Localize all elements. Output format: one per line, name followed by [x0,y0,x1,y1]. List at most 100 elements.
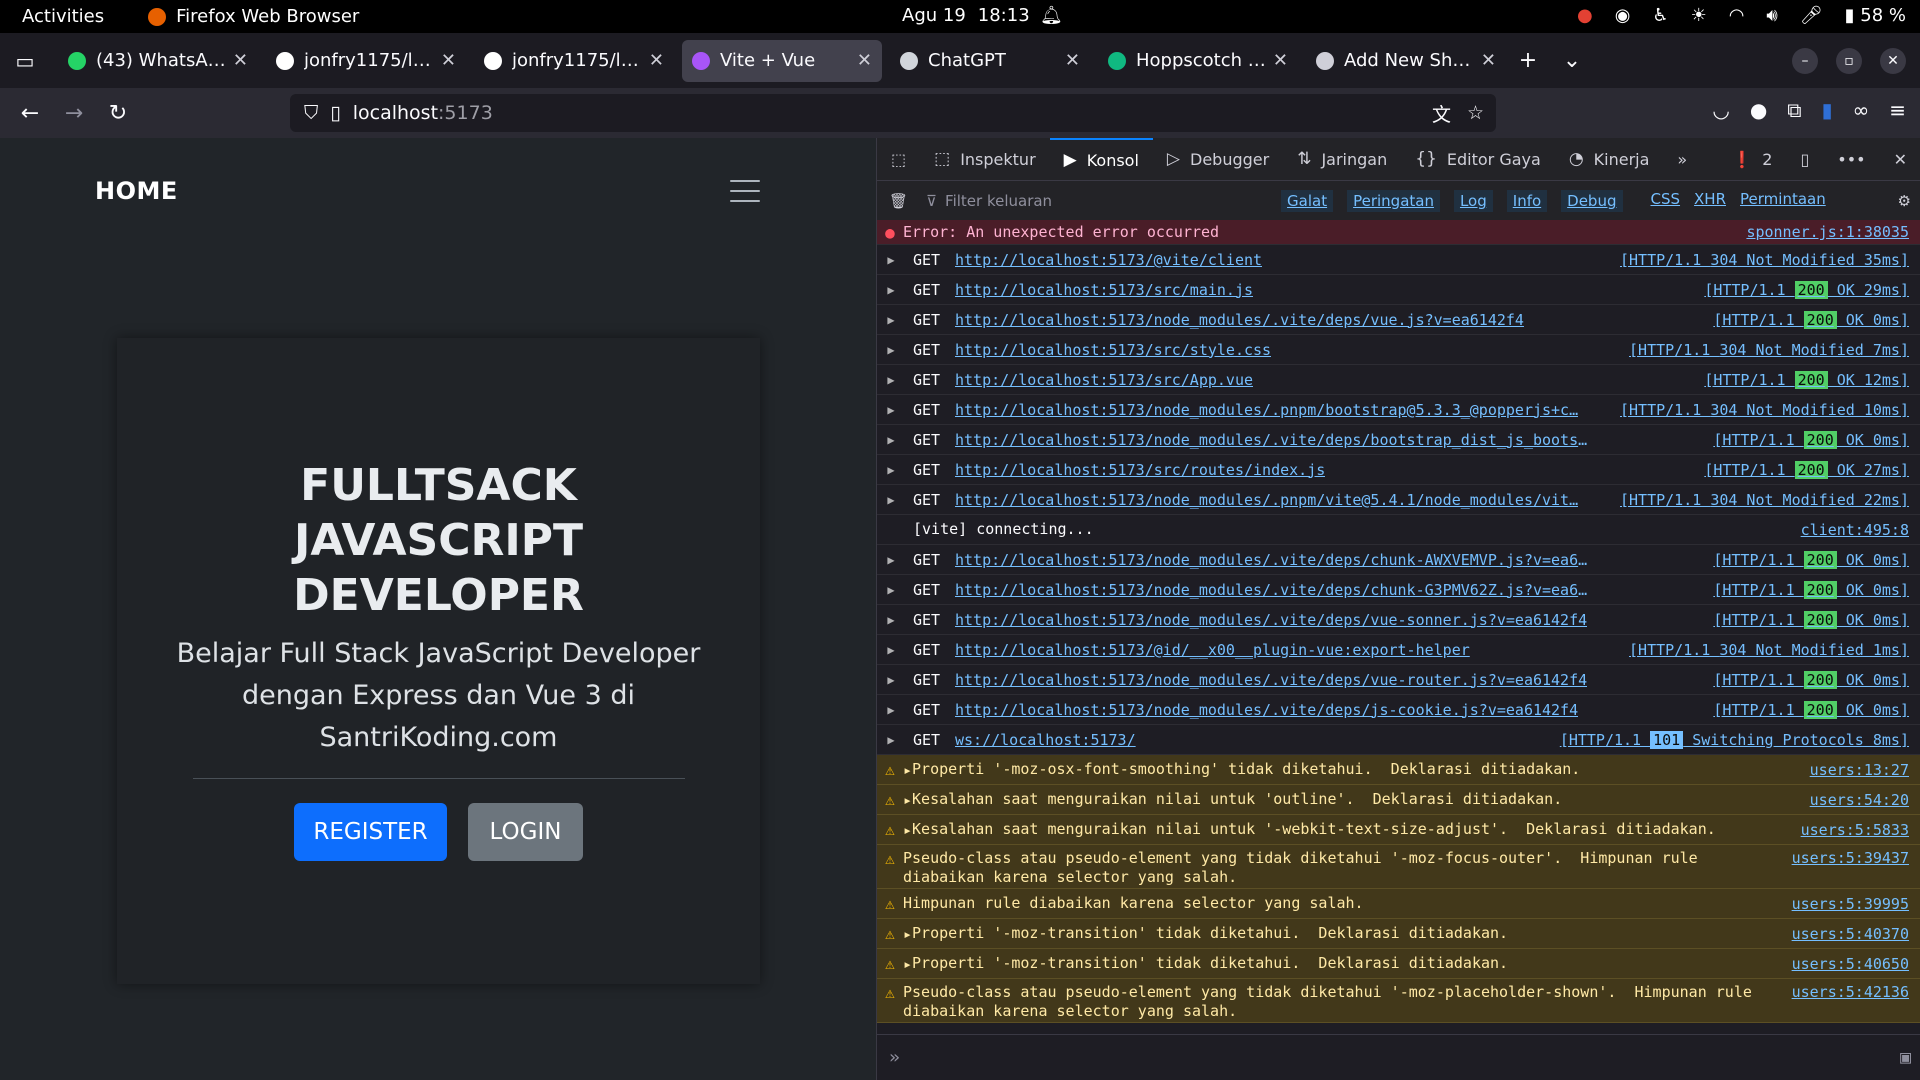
request-url[interactable]: http://localhost:5173/src/style.css [955,341,1271,359]
discord-icon[interactable]: ◉ [1615,5,1631,26]
warning-source-link[interactable]: users:5:40370 [1792,925,1909,943]
list-all-tabs-chevron-icon[interactable]: ⌄ [1550,48,1594,73]
close-devtools-icon[interactable]: ✕ [1880,138,1920,180]
expand-triangle-icon[interactable]: ▶ [877,373,905,387]
notification-bell-icon[interactable]: 🔔︎ [1040,5,1063,26]
extension-glasses-icon[interactable]: ∞ [1853,98,1870,122]
dock-side-icon[interactable]: ▯ [1786,138,1823,180]
devtools-tab[interactable]: ⬚ Inspektur [920,138,1050,180]
request-status[interactable]: [HTTP/1.1 200 OK 0ms] [1713,670,1909,689]
request-status[interactable]: [HTTP/1.1 200 OK 27ms] [1704,460,1909,479]
app-menu[interactable]: Firefox Web Browser [148,6,359,27]
request-url[interactable]: http://localhost:5173/node_modules/.vite… [955,671,1587,689]
maximize-button[interactable]: ▫ [1836,47,1862,74]
expand-triangle-icon[interactable]: ▶ [877,283,905,297]
login-button[interactable]: LOGIN [468,803,583,861]
reload-button[interactable]: ↻ [96,101,140,126]
devtools-tab[interactable]: ◔ Kinerja [1555,138,1664,180]
network-request-row[interactable]: ▶ GET http://localhost:5173/node_modules/.… [877,665,1920,695]
devtools-menu-icon[interactable]: ••• [1823,138,1879,180]
request-url[interactable]: http://localhost:5173/node_modules/.vite… [955,431,1595,449]
expand-triangle-icon[interactable]: ▶ [877,673,905,687]
tab-close-icon[interactable]: ✕ [857,50,872,71]
system-tray[interactable]: ● ◉ ♿︎ ☀ ◠ 🔊︎ 🎤︎ ▮ 58 % [1577,5,1906,26]
browser-tab[interactable]: (43) WhatsApp ✕ [58,40,258,82]
network-request-row[interactable]: ▶ GET http://localhost:5173/@id/__x00__plu… [877,635,1920,665]
browser-tab[interactable]: Vite + Vue ✕ [682,39,882,82]
element-picker-icon[interactable]: ⬚ [877,138,920,180]
new-tab-button[interactable]: + [1506,48,1550,73]
network-request-row[interactable]: ▶ GET http://localhost:5173/src/App.vue [HT… [877,365,1920,395]
filter-button[interactable]: Peringatan [1347,190,1440,212]
expand-triangle-icon[interactable]: ▶ [877,253,905,267]
back-button[interactable]: ← [8,101,52,126]
browser-tab[interactable]: jonfry1175/learn-f ✕ [474,40,674,82]
accessibility-icon[interactable]: ♿︎ [1652,5,1668,26]
split-console-icon[interactable]: ▣ [1900,1047,1911,1068]
volume-icon[interactable]: 🔊︎ [1766,5,1777,26]
request-url[interactable]: http://localhost:5173/src/routes/index.j… [955,461,1325,479]
browser-tab[interactable]: Hoppscotch • Oper ✕ [1098,40,1298,82]
clear-console-trash-icon[interactable]: 🗑︎ [889,192,908,210]
warning-source-link[interactable]: users:5:42136 [1792,983,1909,1001]
expand-triangle-icon[interactable]: ▸ [903,925,912,943]
network-request-row[interactable]: ▶ GET http://localhost:5173/node_modules/.… [877,605,1920,635]
network-request-row[interactable]: ▶ GET http://localhost:5173/node_modules/.… [877,695,1920,725]
request-url[interactable]: http://localhost:5173/node_modules/.pnpm… [955,491,1578,509]
expand-triangle-icon[interactable]: ▸ [903,791,912,809]
browser-tab[interactable]: Add New Showcas ✕ [1306,40,1506,82]
filter-button[interactable]: Permintaan [1740,190,1826,212]
tab-close-icon[interactable]: ✕ [233,50,248,71]
filter-button[interactable]: XHR [1694,190,1726,212]
wifi-icon[interactable]: ◠ [1729,5,1745,26]
request-status[interactable]: [HTTP/1.1 200 OK 0ms] [1713,430,1909,449]
chrome-icon[interactable]: ● [1577,5,1593,26]
account-icon[interactable]: ● [1750,98,1767,122]
tab-close-icon[interactable]: ✕ [441,50,456,71]
request-status[interactable]: [HTTP/1.1 304 Not Modified 7ms] [1629,341,1909,359]
filter-button[interactable]: Galat [1281,190,1334,212]
warning-source-link[interactable]: users:5:40650 [1792,955,1909,973]
expand-triangle-icon[interactable]: ▶ [877,403,905,417]
network-request-row[interactable]: ▶ GET http://localhost:5173/node_modules/.… [877,545,1920,575]
activities-button[interactable]: Activities [22,6,104,27]
console-settings-gear-icon[interactable]: ⚙ [1898,192,1911,210]
request-status[interactable]: [HTTP/1.1 304 Not Modified 1ms] [1629,641,1909,659]
request-status[interactable]: [HTTP/1.1 200 OK 0ms] [1713,310,1909,329]
expand-triangle-icon[interactable]: ▶ [877,703,905,717]
network-request-row[interactable]: ▶ GET http://localhost:5173/node_modules/.… [877,425,1920,455]
request-url[interactable]: http://localhost:5173/node_modules/.vite… [955,311,1524,329]
tab-close-icon[interactable]: ✕ [1273,50,1288,71]
forward-button[interactable]: → [52,101,96,126]
brightness-icon[interactable]: ☀ [1691,5,1707,26]
request-status[interactable]: [HTTP/1.1 304 Not Modified 35ms] [1620,251,1909,269]
error-count-badge[interactable]: ❗ 2 [1718,138,1786,180]
network-request-row[interactable]: ▶ GET http://localhost:5173/@vite/client [H… [877,245,1920,275]
expand-triangle-icon[interactable]: ▸ [903,761,912,779]
request-status[interactable]: [HTTP/1.1 304 Not Modified 10ms] [1620,401,1909,419]
expand-triangle-icon[interactable]: ▶ [877,613,905,627]
request-url[interactable]: http://localhost:5173/node_modules/.vite… [955,701,1578,719]
request-status[interactable]: [HTTP/1.1 304 Not Modified 22ms] [1620,491,1909,509]
console-input[interactable]: » ▣ [877,1034,1920,1080]
expand-triangle-icon[interactable]: ▸ [903,821,912,839]
request-status[interactable]: [HTTP/1.1 200 OK 12ms] [1704,370,1909,389]
firefox-view-icon[interactable]: ▭ [0,49,50,73]
filter-button[interactable]: CSS [1651,190,1681,212]
request-status[interactable]: [HTTP/1.1 200 OK 0ms] [1713,700,1909,719]
brand-link[interactable]: HOME [95,177,178,205]
minimize-button[interactable]: – [1792,47,1818,74]
log-source-link[interactable]: client:495:8 [1801,521,1909,539]
navbar-toggler-icon[interactable] [730,180,760,202]
filter-input[interactable]: Filter keluaran [945,192,1265,210]
devtools-tab[interactable]: ▷ Debugger [1153,138,1283,180]
battery-status[interactable]: ▮ 58 % [1845,5,1906,26]
shield-icon[interactable]: ⛉ [304,102,318,124]
browser-tab[interactable]: jonfry1175/learn-f ✕ [266,40,466,82]
network-request-row[interactable]: ▶ GET http://localhost:5173/src/style.css [… [877,335,1920,365]
clock[interactable]: Agu 19 18:13 [902,5,1030,26]
warning-source-link[interactable]: users:5:39995 [1792,895,1909,913]
microphone-icon[interactable]: 🎤︎ [1800,5,1823,26]
warning-source-link[interactable]: users:54:20 [1810,791,1909,809]
expand-triangle-icon[interactable]: ▶ [877,433,905,447]
